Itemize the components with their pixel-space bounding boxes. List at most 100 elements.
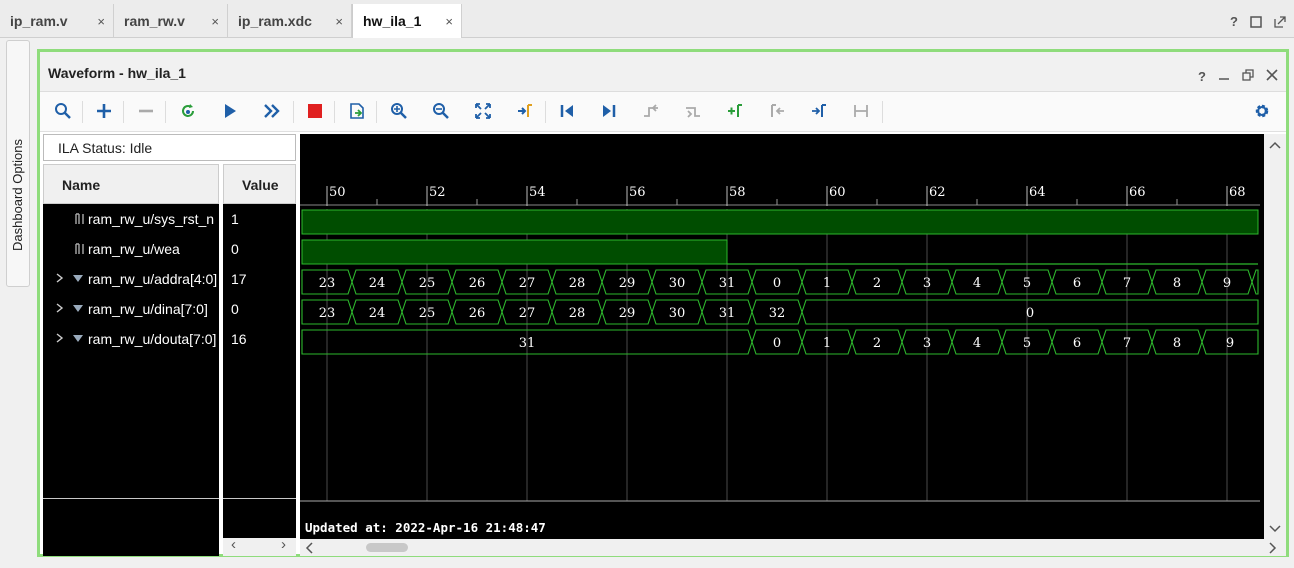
signal-value-column: Value 1 0 17 0 16 [223, 164, 296, 556]
waveform-vertical-scrollbar[interactable] [1264, 134, 1286, 539]
chevron-right-icon[interactable] [55, 271, 65, 288]
wave-douta-value: 31 [519, 336, 536, 351]
tab-ip-ram-v[interactable]: ip_ram.v × [0, 4, 114, 38]
wave-douta-value: 2 [873, 336, 881, 351]
help-icon[interactable]: ? [1198, 69, 1206, 84]
run-icon[interactable] [219, 100, 241, 122]
zoom-fit-icon[interactable] [472, 100, 494, 122]
go-to-time-zero-icon[interactable] [556, 100, 578, 122]
wave-addra-value: 23 [319, 276, 336, 291]
close-icon[interactable]: × [211, 14, 219, 29]
wave-dina-value: 31 [719, 306, 736, 321]
value-column-header[interactable]: Value [223, 164, 296, 204]
wave-addra-value: 29 [619, 276, 636, 291]
signal-row[interactable]: ram_rw_u/douta[7:0] [43, 324, 219, 354]
wave-addra-value: 1 [823, 276, 831, 291]
close-icon[interactable]: × [97, 14, 105, 29]
close-icon[interactable]: × [335, 14, 343, 29]
timescale-tick-label: 52 [429, 185, 446, 200]
toolbar-separator [545, 101, 546, 123]
restore-icon[interactable] [1242, 69, 1254, 81]
wave-dina-value: 30 [669, 306, 686, 321]
wave-douta-value: 8 [1173, 336, 1181, 351]
bus-signal-icon [71, 272, 85, 289]
zoom-in-icon[interactable] [388, 100, 410, 122]
next-marker-icon[interactable] [808, 100, 830, 122]
dashboard-options-tab[interactable]: Dashboard Options [6, 40, 30, 287]
wave-addra-value: 9 [1223, 276, 1231, 291]
scroll-left-icon[interactable]: ‹ [231, 536, 236, 553]
scroll-left-icon[interactable] [304, 541, 314, 555]
scroll-right-icon[interactable] [1268, 541, 1278, 555]
signal-value: 16 [223, 324, 296, 354]
wave-douta-value: 6 [1073, 336, 1081, 351]
name-header-label: Name [62, 177, 101, 193]
name-column-header[interactable]: Name [43, 164, 219, 204]
signal-value: 17 [223, 264, 296, 294]
tab-label: ram_rw.v [124, 13, 185, 29]
previous-transition-icon[interactable] [640, 100, 662, 122]
timescale-tick-label: 58 [729, 185, 746, 200]
next-transition-icon[interactable] [682, 100, 704, 122]
help-icon[interactable]: ? [1230, 14, 1238, 29]
wave-addra-value: 7 [1123, 276, 1131, 291]
add-marker-icon[interactable] [724, 100, 746, 122]
previous-marker-icon[interactable] [766, 100, 788, 122]
toolbar-separator [293, 101, 294, 123]
chevron-right-icon[interactable] [55, 331, 65, 348]
add-icon[interactable] [93, 100, 115, 122]
go-to-cursor-icon[interactable] [514, 100, 536, 122]
maximize-icon[interactable] [1250, 16, 1262, 28]
search-icon[interactable] [52, 100, 74, 122]
stop-icon[interactable] [304, 100, 326, 122]
value-header-label: Value [242, 177, 279, 193]
signal-row[interactable]: ram_rw_u/sys_rst_n [43, 204, 219, 234]
signal-name: ram_rw_u/sys_rst_n [88, 211, 215, 227]
float-icon[interactable] [1274, 16, 1286, 28]
remove-icon[interactable] [135, 100, 157, 122]
pane-divider [223, 498, 296, 499]
wave-addra-value: 30 [669, 276, 686, 291]
ila-status: ILA Status: Idle [43, 134, 296, 161]
wave-douta-value: 4 [973, 336, 981, 351]
wave-addra-value: 31 [719, 276, 736, 291]
toolbar-separator [334, 101, 335, 123]
scroll-up-icon[interactable] [1268, 140, 1282, 150]
signal-name: ram_rw_u/addra[4:0] [88, 271, 218, 287]
waveform-canvas[interactable]: 50 52 54 56 58 60 62 64 66 68 23 24 25 26 27 28 29 30 31 0 1… [300, 134, 1264, 539]
minimize-icon[interactable] [1218, 69, 1230, 81]
scroll-thumb[interactable] [366, 543, 408, 552]
swap-cursors-icon[interactable] [850, 100, 872, 122]
chevron-right-icon[interactable] [55, 301, 65, 318]
wave-douta-value: 0 [773, 336, 781, 351]
zoom-out-icon[interactable] [430, 100, 452, 122]
export-icon[interactable] [346, 100, 368, 122]
wave-addra-value: 3 [923, 276, 931, 291]
scroll-right-icon[interactable]: › [281, 536, 286, 553]
close-icon[interactable] [1266, 69, 1278, 81]
run-continuous-icon[interactable] [261, 100, 283, 122]
timescale-tick-label: 60 [829, 185, 846, 200]
wave-addra-segment [1251, 269, 1259, 295]
go-to-last-time-icon[interactable] [598, 100, 620, 122]
bus-signal-icon [71, 302, 85, 319]
tab-ram-rw-v[interactable]: ram_rw.v × [114, 4, 228, 38]
settings-icon[interactable] [1251, 100, 1273, 122]
signal-row[interactable]: ram_rw_u/addra[4:0] [43, 264, 219, 294]
panel-window-controls: ? [1198, 69, 1278, 84]
timescale-tick-label: 56 [629, 185, 646, 200]
tab-ip-ram-xdc[interactable]: ip_ram.xdc × [228, 4, 352, 38]
close-icon[interactable]: × [445, 14, 453, 29]
wave-dina-value: 23 [319, 306, 336, 321]
wave-dina-value: 29 [619, 306, 636, 321]
waveform-horizontal-scrollbar[interactable] [300, 539, 1286, 556]
panel-title: Waveform - hw_ila_1 [48, 65, 186, 81]
signal-row[interactable]: ram_rw_u/wea [43, 234, 219, 264]
run-trigger-immediate-icon[interactable] [177, 100, 199, 122]
wave-dina-value: 25 [419, 306, 436, 321]
name-pane-scrollbar[interactable]: ‹ › [223, 536, 296, 556]
wave-douta-value: 3 [923, 336, 931, 351]
scroll-down-icon[interactable] [1268, 524, 1282, 534]
signal-row[interactable]: ram_rw_u/dina[7:0] [43, 294, 219, 324]
tab-hw-ila-1[interactable]: hw_ila_1 × [352, 4, 462, 38]
